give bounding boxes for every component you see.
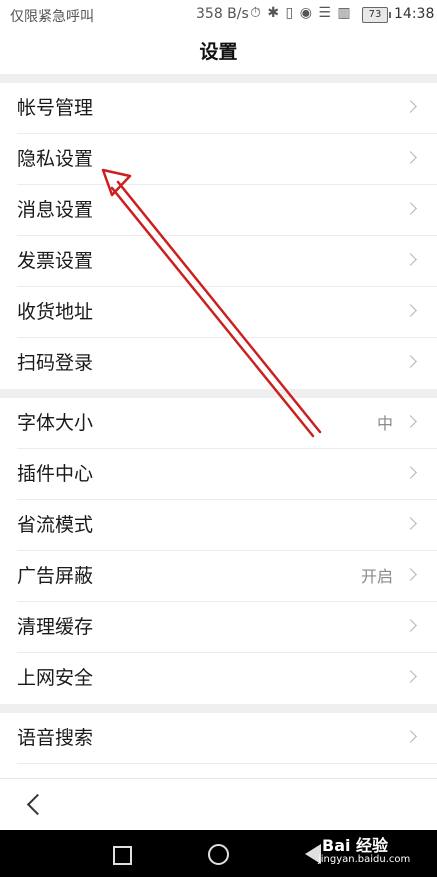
- status-icons: ⏱ ✱ ▯ ◉ ☰ ▥: [250, 5, 352, 21]
- item-label: 上网安全: [17, 667, 94, 689]
- chevron-right-icon: [404, 202, 417, 215]
- status-bar: 仅限紧急呼叫 358 B/s ⏱ ✱ ▯ ◉ ☰ ▥ 73 14:38: [0, 0, 437, 30]
- settings-item-voice-search[interactable]: 语音搜索: [0, 713, 437, 764]
- chevron-right-icon: [404, 304, 417, 317]
- settings-item-privacy[interactable]: 隐私设置: [0, 134, 437, 185]
- watermark-brand: Bai 经验: [322, 836, 389, 855]
- settings-item-font-size[interactable]: 字体大小 中: [0, 398, 437, 449]
- back-arrow-icon[interactable]: [26, 793, 49, 816]
- chevron-right-icon: [404, 415, 417, 428]
- item-label: 发票设置: [17, 250, 94, 272]
- item-label: 消息设置: [17, 199, 94, 221]
- item-label: 扫码登录: [17, 352, 94, 374]
- settings-item-data-saver[interactable]: 省流模式: [0, 500, 437, 551]
- item-label: 字体大小: [17, 412, 94, 434]
- section-divider: [0, 389, 437, 398]
- settings-item-ad-block[interactable]: 广告屏蔽 开启: [0, 551, 437, 602]
- settings-item-message[interactable]: 消息设置: [0, 185, 437, 236]
- item-value: 开启: [360, 567, 393, 586]
- section-divider: [0, 704, 437, 713]
- chevron-right-icon: [404, 151, 417, 164]
- page-title: 设置: [199, 41, 238, 63]
- settings-item-clear-cache[interactable]: 清理缓存: [0, 602, 437, 653]
- chevron-right-icon: [404, 355, 417, 368]
- settings-item-address[interactable]: 收货地址: [0, 287, 437, 338]
- system-nav-bar: Bai 经验 jingyan.baidu.com: [0, 830, 437, 877]
- chevron-right-icon: [404, 466, 417, 479]
- section-divider: [0, 74, 437, 83]
- item-label: 插件中心: [17, 463, 94, 485]
- item-label: 收货地址: [17, 301, 94, 323]
- chevron-right-icon: [404, 253, 417, 266]
- chevron-right-icon: [404, 619, 417, 632]
- chevron-right-icon: [404, 100, 417, 113]
- settings-item-plugins[interactable]: 插件中心: [0, 449, 437, 500]
- network-speed: 358 B/s: [196, 6, 249, 22]
- settings-item-partial[interactable]: [0, 764, 437, 778]
- item-label: 帐号管理: [17, 97, 94, 119]
- battery-icon: 73: [362, 7, 391, 23]
- home-icon[interactable]: [208, 844, 229, 865]
- settings-item-account[interactable]: 帐号管理: [0, 83, 437, 134]
- item-label: 语音搜索: [17, 727, 94, 749]
- settings-item-scan-login[interactable]: 扫码登录: [0, 338, 437, 389]
- chevron-right-icon: [404, 730, 417, 743]
- item-label: 省流模式: [17, 514, 94, 536]
- clock: 14:38: [394, 6, 435, 22]
- settings-item-web-security[interactable]: 上网安全: [0, 653, 437, 704]
- bottom-toolbar: [0, 778, 437, 831]
- item-label: 隐私设置: [17, 148, 94, 170]
- item-label: 广告屏蔽: [17, 565, 94, 587]
- settings-item-invoice[interactable]: 发票设置: [0, 236, 437, 287]
- chevron-right-icon: [404, 568, 417, 581]
- carrier-text: 仅限紧急呼叫: [10, 9, 94, 25]
- watermark-url: jingyan.baidu.com: [318, 854, 411, 865]
- item-label: 清理缓存: [17, 616, 94, 638]
- recent-apps-icon[interactable]: [113, 846, 132, 865]
- item-value: 中: [376, 414, 393, 433]
- chevron-right-icon: [404, 517, 417, 530]
- chevron-right-icon: [404, 670, 417, 683]
